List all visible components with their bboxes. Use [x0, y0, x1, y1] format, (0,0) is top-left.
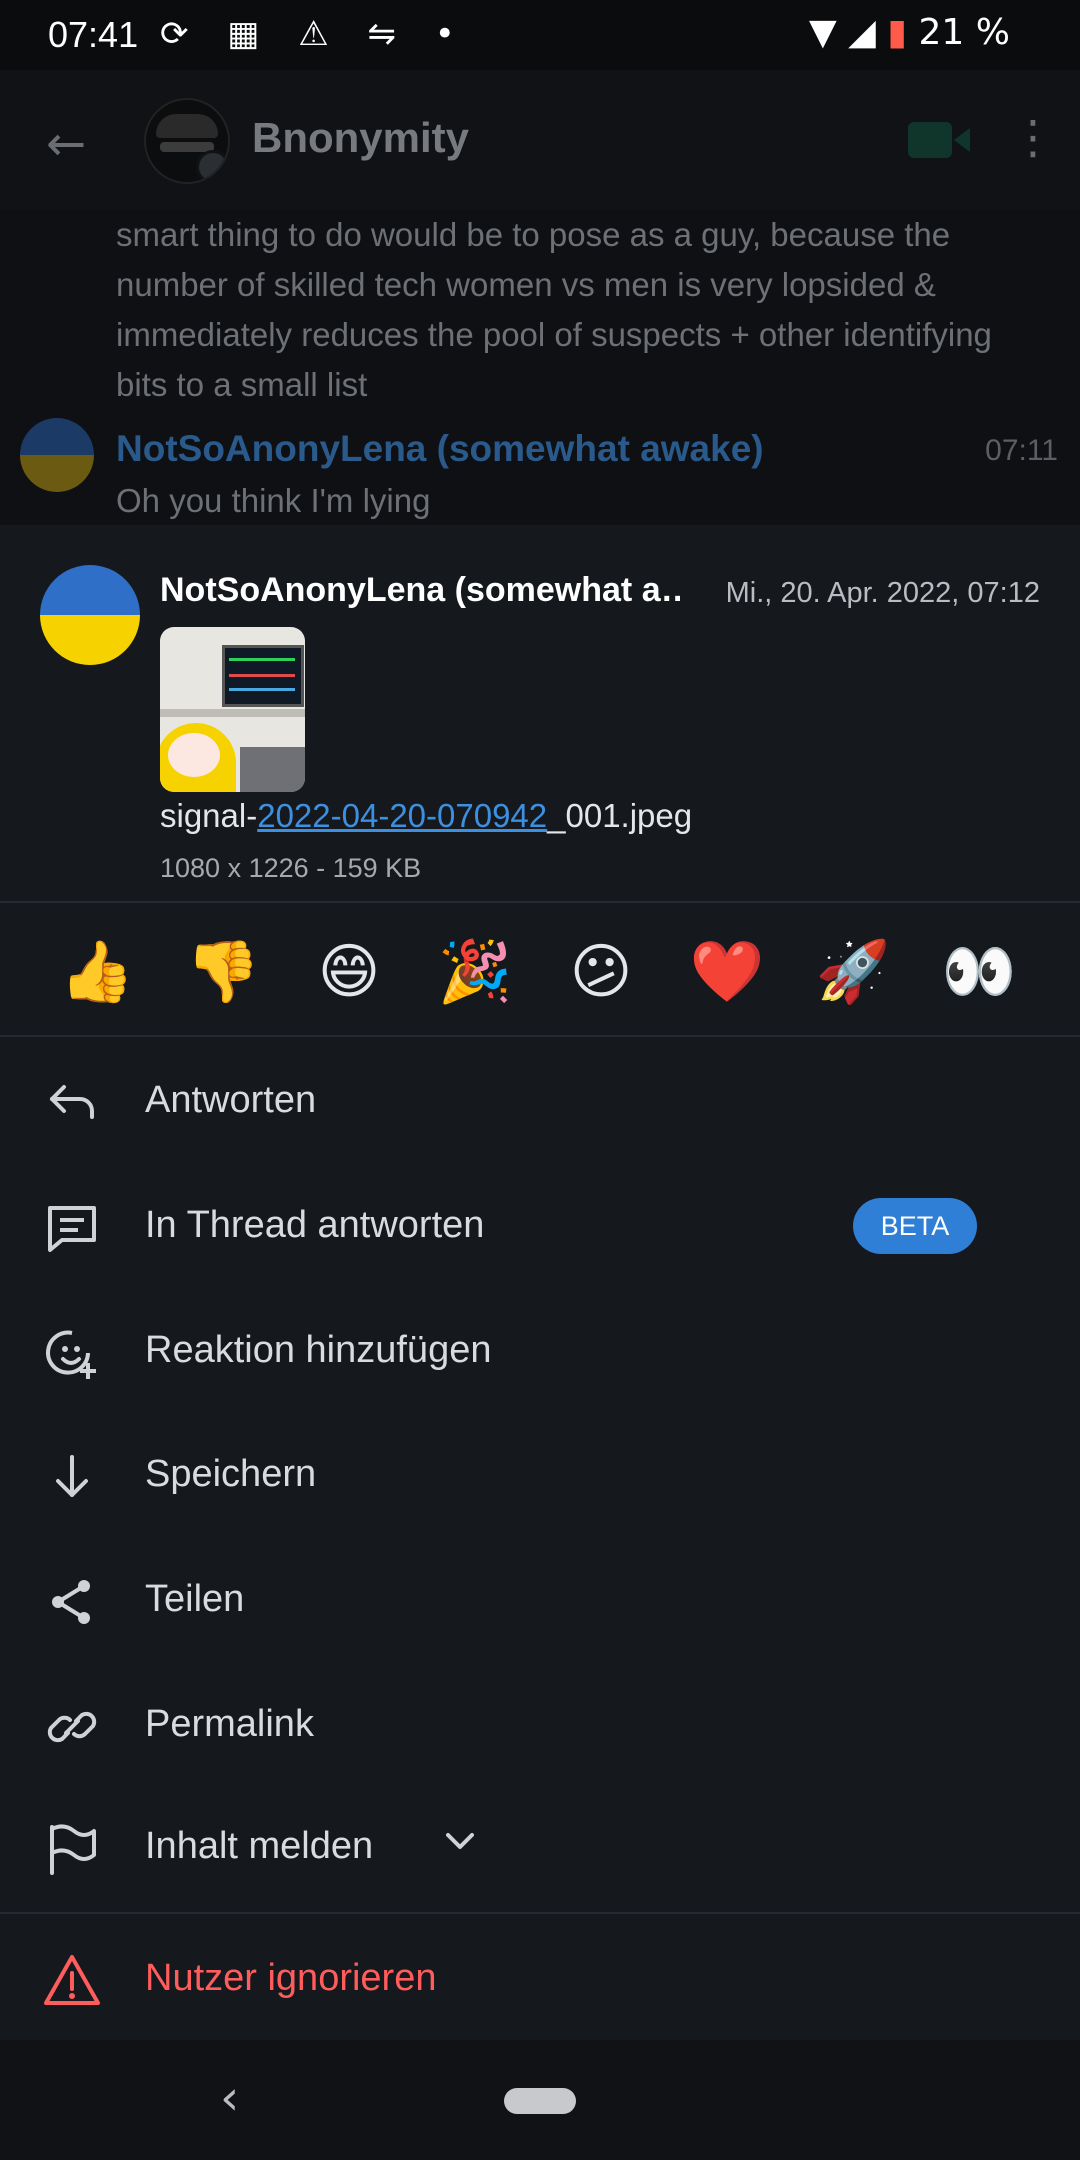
preview-date: Mi., 20. Apr. 2022, 07:12 [725, 577, 1040, 609]
image-thumbnail[interactable] [160, 627, 305, 792]
permalink-action[interactable]: Permalink [0, 1663, 1080, 1787]
status-bar: 07:41 ⟳ ▦ ⚠ ⇋ • ▼ ◢ ▮ 21 % [0, 0, 1080, 70]
reply-icon [50, 1085, 94, 1119]
video-call-icon[interactable] [908, 122, 970, 158]
divider [0, 1912, 1080, 1914]
report-content-action[interactable]: Inhalt melden [0, 1785, 1080, 1909]
message-time: 07:11 [985, 434, 1058, 467]
reaction-smile[interactable]: 😄 [304, 927, 394, 1017]
system-nav-bar: ‹ [0, 2040, 1080, 2160]
sender-avatar [40, 565, 140, 665]
sender-avatar [20, 418, 94, 492]
reaction-party[interactable]: 🎉 [430, 927, 520, 1017]
thread-icon [48, 1206, 96, 1252]
previous-message: smart thing to do would be to pose as a … [116, 216, 992, 403]
share-label: Teilen [145, 1578, 245, 1620]
share-icon [52, 1580, 90, 1624]
save-action[interactable]: Speichern [0, 1413, 1080, 1537]
battery-icon: ▮ [887, 12, 908, 53]
reply-in-thread-action[interactable]: In Thread antworten BETA [0, 1164, 1080, 1288]
message-sender: NotSoAnonyLena (somewhat awake) [116, 428, 764, 469]
ignore-user-label: Nutzer ignorieren [145, 1957, 437, 1999]
link-icon [47, 1711, 97, 1743]
status-time: 07:41 [48, 14, 139, 55]
quick-reactions: 👍 👎 😄 🎉 😕 ❤️ 🚀 👀 [0, 905, 1080, 1035]
file-name-link[interactable]: 2022-04-20-070942 [257, 797, 547, 834]
reaction-eyes[interactable]: 👀 [934, 927, 1024, 1017]
ignore-user-action[interactable]: Nutzer ignorieren [0, 1917, 1080, 2041]
more-options-icon[interactable]: ⋮ [1010, 110, 1056, 164]
divider [0, 901, 1080, 903]
reaction-heart[interactable]: ❤️ [682, 927, 772, 1017]
message-preview: NotSoAnonyLena (somewhat a… Mi., 20. Apr… [0, 525, 1080, 901]
reaction-rocket[interactable]: 🚀 [808, 927, 898, 1017]
permalink-label: Permalink [145, 1703, 314, 1745]
file-meta: 1080 x 1226 - 159 KB [160, 853, 422, 883]
reaction-confused[interactable]: 😕 [556, 927, 646, 1017]
reply-action[interactable]: Antworten [0, 1039, 1080, 1163]
globe-badge-icon [196, 150, 228, 182]
signal-icon: ◢ [848, 12, 876, 53]
reaction-thumbs-up[interactable]: 👍 [52, 927, 142, 1017]
message-text: Oh you think I'm lying [116, 482, 431, 519]
notification-icons: ⟳ ▦ ⚠ ⇋ • [160, 14, 469, 54]
back-arrow-icon[interactable]: ← [46, 116, 86, 172]
battery-percent: 21 % [918, 12, 1010, 53]
home-pill[interactable] [504, 2088, 576, 2114]
chevron-down-icon[interactable] [440, 1821, 480, 1861]
file-name: signal-2022-04-20-070942_001.jpeg [160, 797, 693, 834]
hat-graphic [156, 114, 218, 138]
save-label: Speichern [145, 1453, 317, 1495]
reply-label: Antworten [145, 1079, 317, 1121]
status-right: ▼ ◢ ▮ 21 % [809, 12, 1010, 53]
download-arrow-icon [56, 1455, 88, 1497]
report-content-label: Inhalt melden [145, 1825, 374, 1867]
reaction-thumbs-down[interactable]: 👎 [178, 927, 268, 1017]
preview-sender: NotSoAnonyLena (somewhat a… [160, 571, 680, 609]
divider [0, 1035, 1080, 1037]
room-avatar[interactable] [144, 98, 230, 184]
warning-icon [44, 1955, 100, 2005]
nav-back-icon[interactable]: ‹ [220, 2070, 239, 2126]
reply-in-thread-label: In Thread antworten [145, 1204, 485, 1246]
wifi-icon: ▼ [808, 12, 837, 53]
timeline-background: smart thing to do would be to pose as a … [0, 210, 1080, 525]
flag-icon [50, 1824, 96, 1875]
room-name[interactable]: Bnonymity [252, 114, 469, 162]
room-app-bar: ← Bnonymity ⋮ [0, 70, 1080, 210]
beta-badge: BETA [853, 1198, 977, 1254]
add-reaction-action[interactable]: Reaktion hinzufügen [0, 1289, 1080, 1413]
message-actions-sheet: NotSoAnonyLena (somewhat a… Mi., 20. Apr… [0, 525, 1080, 2040]
share-action[interactable]: Teilen [0, 1538, 1080, 1662]
add-reaction-icon [46, 1330, 96, 1379]
add-reaction-label: Reaktion hinzufügen [145, 1329, 492, 1371]
